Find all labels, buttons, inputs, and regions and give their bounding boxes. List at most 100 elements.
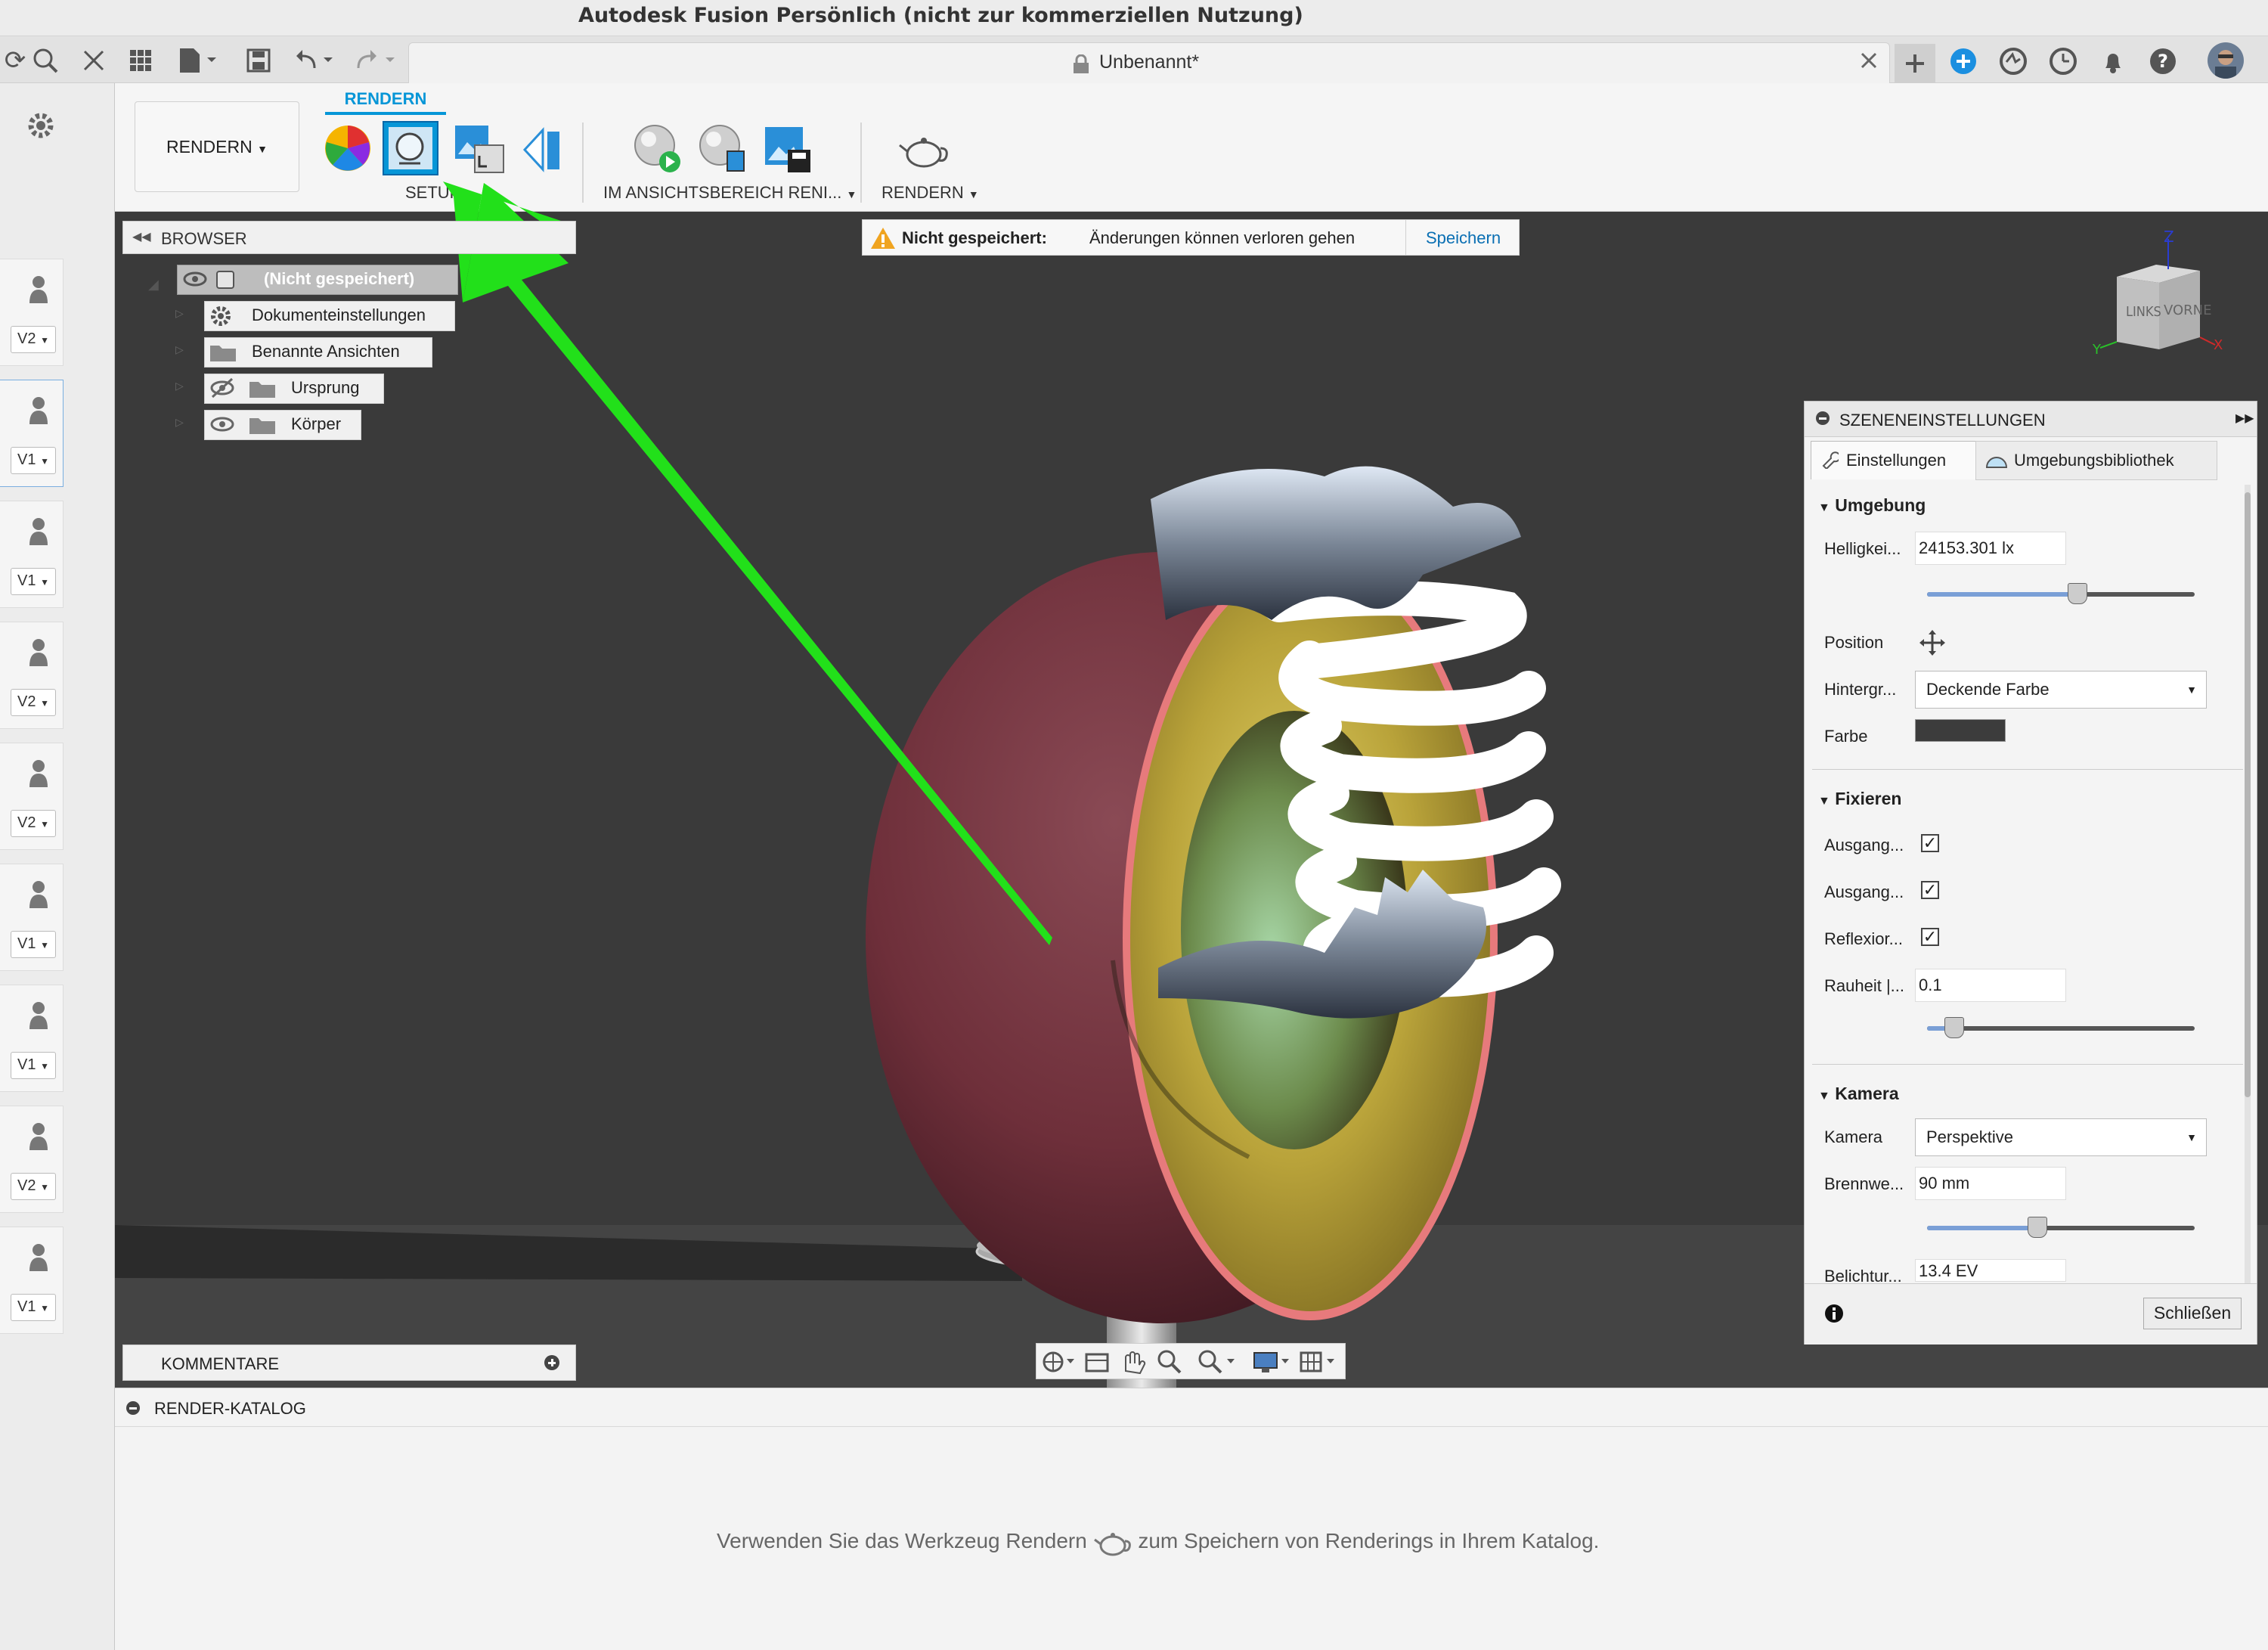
browser-node-label: Benannte Ansichten [252,342,400,361]
color-swatch[interactable] [1915,719,2006,742]
panel-footer: Schließen [1805,1283,2257,1345]
tab-settings[interactable]: Einstellungen [1811,441,1977,479]
component-icon [215,270,235,298]
teapot-icon [1093,1529,1132,1556]
move-icon[interactable] [1919,630,1945,660]
roughness-label: Rauheit |... [1824,976,1904,995]
root-node-label: (Nicht gespeichert) [264,269,415,288]
warning-icon [870,226,896,255]
expand-triangle-icon[interactable]: ▷ [175,416,184,429]
browser-node[interactable]: Dokumenteinstellungen [204,301,455,331]
browser-node[interactable]: Körper [204,410,361,440]
slider-knob[interactable] [2028,1217,2048,1238]
reflections-checkbox[interactable]: ✓ [1921,928,1939,946]
cube-left-label: LINKS [2126,304,2161,320]
warning-divider [1405,220,1406,255]
section-fixieren[interactable]: ▼ Fixieren [1818,789,1901,809]
expand-triangle-icon[interactable]: ▷ [175,380,184,392]
tab-settings-label: Einstellungen [1846,451,1947,470]
pan-icon[interactable] [1125,1351,1146,1375]
axis-y-label: Y [2092,342,2102,358]
brightness-slider[interactable] [1927,583,2195,604]
section-divider [1812,1064,2243,1065]
roughness-input[interactable]: 0.1 [1915,969,2066,1002]
expand-icon[interactable]: ▶▶ [2235,411,2254,426]
environment-icon [1985,452,2008,473]
collapse-icon[interactable]: ◀◀ [132,229,151,244]
zoom-window-icon[interactable] [1198,1350,1235,1374]
browser-node-label: Dokumenteinstellungen [252,305,426,324]
axis-z-label: Z [2164,228,2174,246]
info-icon[interactable] [1824,1304,1844,1328]
background-label: Hintergr... [1824,680,1897,699]
view-cube[interactable]: LINKS VORNE Z Y X [2087,224,2230,368]
eye-icon[interactable] [182,265,208,301]
browser-node[interactable]: Benannte Ansichten [204,337,432,368]
slider-knob[interactable] [1944,1017,1965,1038]
section-environment[interactable]: ▼ Umgebung [1818,495,1926,516]
save-link[interactable]: Speichern [1426,228,1501,248]
look-at-icon[interactable] [1085,1353,1109,1372]
eye-icon[interactable] [209,411,235,446]
comments-title: KOMMENTARE [161,1354,280,1373]
zoom-icon[interactable] [1157,1350,1182,1374]
folder-icon [249,415,276,443]
section-camera[interactable]: ▼ Kamera [1818,1084,1899,1104]
brightness-input[interactable]: 24153.301 lx [1915,532,2066,565]
folder-icon [209,343,237,371]
focal-length-input[interactable]: 90 mm [1915,1167,2066,1200]
slider-knob[interactable] [2068,583,2088,604]
orbit-icon[interactable] [1043,1351,1074,1372]
position-label: Position [1824,633,1884,652]
cube-front-label: VORNE [2164,302,2212,318]
roughness-slider[interactable] [1927,1017,2195,1038]
ground-plane-checkbox[interactable]: ✓ [1921,834,1939,852]
browser-root-node[interactable]: (Nicht gespeichert) [177,265,458,295]
scrollbar-thumb[interactable] [2245,492,2251,1097]
brightness-label: Helligkei... [1824,539,1901,558]
catalog-header[interactable]: RENDER-KATALOG [115,1388,2268,1427]
camera-label: Kamera [1824,1127,1883,1146]
panel-header: SZENENEINSTELLUNGEN ▶▶ [1805,402,2257,437]
catalog-hint: Verwenden Sie das Werkzeug Rendern zum S… [717,1527,1599,1558]
triangle-down-icon: ▼ [1818,1090,1830,1103]
panel-title: SZENENEINSTELLUNGEN [1839,411,2046,430]
browser-node[interactable]: Ursprung [204,374,384,404]
panel-scrollbar[interactable] [2245,485,2251,1286]
wrench-icon [1820,451,1841,473]
focal-length-slider[interactable] [1927,1217,2195,1238]
chevron-down-icon: ▼ [2186,1131,2197,1143]
display-settings-icon[interactable] [1253,1352,1289,1372]
section-divider [1812,769,2243,770]
reflections-label: Reflexior... [1824,929,1903,948]
browser-header[interactable]: ◀◀ BROWSER [122,221,576,254]
unsaved-warning: Nicht gespeichert: Änderungen können ver… [862,219,1520,256]
eye-hidden-icon[interactable] [209,374,235,410]
expand-triangle-icon[interactable]: ▷ [175,307,184,320]
navigation-toolbar [1036,1343,1346,1379]
render-catalog: RENDER-KATALOG Verwenden Sie das Werkzeu… [115,1388,2268,1650]
camera-select[interactable]: Perspektive ▼ [1915,1118,2207,1156]
expand-triangle-icon[interactable]: ◢ [148,277,159,293]
scene-settings-panel: SZENENEINSTELLUNGEN ▶▶ Einstellungen Umg… [1804,401,2257,1345]
background-select[interactable]: Deckende Farbe ▼ [1915,671,2207,709]
ground-plane-label: Ausgang... [1824,836,1904,854]
comments-header[interactable]: KOMMENTARE [122,1345,576,1381]
ground-flatten-checkbox[interactable]: ✓ [1921,881,1939,899]
browser-node-label: Ursprung [291,378,360,397]
chevron-down-icon: ▼ [2186,684,2197,696]
folder-icon [249,379,276,407]
expand-triangle-icon[interactable]: ▷ [175,343,184,356]
grid-settings-icon[interactable] [1300,1351,1334,1372]
exposure-input[interactable]: 13.4 EV [1915,1259,2066,1282]
collapse-circle-icon[interactable] [1815,411,1830,430]
ground-flatten-label: Ausgang... [1824,882,1904,901]
tab-environment-library[interactable]: Umgebungsbibliothek [1975,441,2217,480]
slider-fill [1927,1226,2037,1230]
warning-title: Nicht gespeichert: [902,228,1047,247]
add-comment-icon[interactable] [544,1354,560,1376]
close-button[interactable]: Schließen [2143,1298,2242,1329]
gear-icon [209,305,232,336]
catalog-title: RENDER-KATALOG [154,1399,306,1418]
collapse-circle-icon[interactable] [125,1400,141,1419]
